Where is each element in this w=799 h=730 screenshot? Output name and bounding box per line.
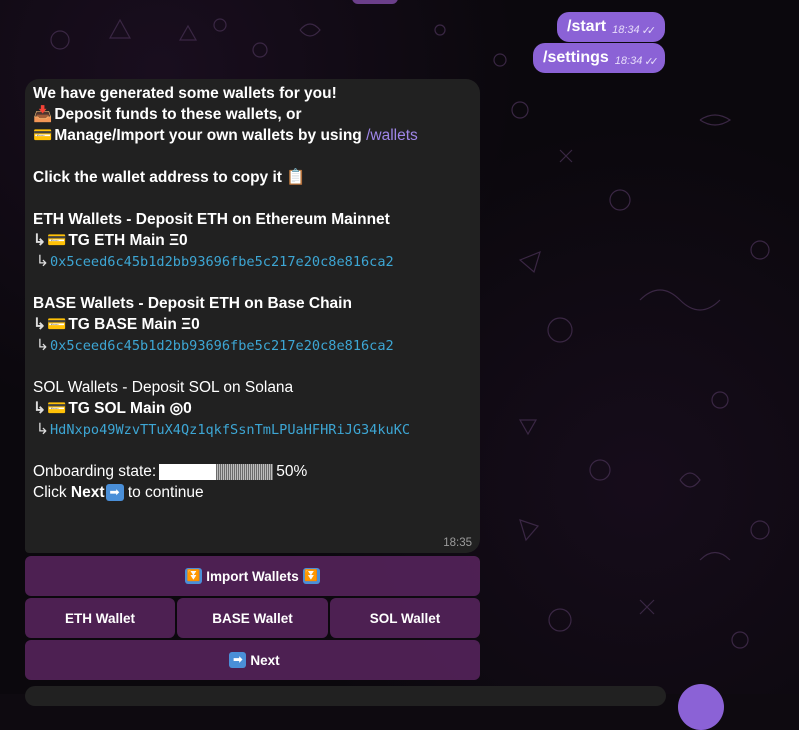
base-wallet-button[interactable]: BASE Wallet xyxy=(177,598,328,638)
base-wallet-address[interactable]: 0x5ceed6c45b1d2bb93696fbe5c217e20c8e816c… xyxy=(50,338,394,354)
card-icon: 💳 xyxy=(47,232,67,249)
sol-wallet-name: TG SOL Main ◎0 xyxy=(68,400,192,417)
message-time: 18:35 xyxy=(443,537,472,549)
import-wallets-button[interactable]: ⏬ Import Wallets ⏬ xyxy=(25,556,480,596)
sol-wallet-address[interactable]: HdNxpo49WzvTTuX4Qz1qkfSsnTmLPUaHFHRiJG34… xyxy=(50,422,410,438)
card-icon: 💳 xyxy=(47,316,67,333)
onboarding-label: Onboarding state: xyxy=(33,463,157,480)
hook-arrow-icon: ↳ xyxy=(33,232,46,249)
sol-wallet-button[interactable]: SOL Wallet xyxy=(330,598,480,638)
hook-arrow-icon: ↳ xyxy=(36,421,49,438)
click-prefix: Click xyxy=(33,484,67,501)
message-line: Deposit funds to these wallets, or xyxy=(54,106,302,123)
double-down-arrow-icon: ⏬ xyxy=(185,568,203,584)
read-ticks-icon: ✓✓ xyxy=(641,24,657,37)
base-section-header: BASE Wallets - Deposit ETH on Base Chain xyxy=(33,295,352,312)
onboarding-progress-bar xyxy=(159,463,274,480)
scroll-indicator xyxy=(352,0,398,4)
message-text: /settings xyxy=(543,49,609,66)
message-input[interactable] xyxy=(25,686,666,706)
progress-fill xyxy=(159,463,217,480)
message-line: We have generated some wallets for you! xyxy=(33,85,337,102)
eth-wallet-name: TG ETH Main Ξ0 xyxy=(68,232,188,249)
eth-wallet-label: ETH Wallet xyxy=(64,610,135,626)
hook-arrow-icon: ↳ xyxy=(33,400,46,417)
click-next-word: Next xyxy=(70,484,105,501)
eth-wallet-button[interactable]: ETH Wallet xyxy=(25,598,175,638)
right-arrow-icon: ➡ xyxy=(229,652,247,668)
card-icon: 💳 xyxy=(47,400,67,417)
message-time: 18:34 xyxy=(612,24,640,36)
outgoing-message: /settings 18:34 ✓✓ xyxy=(533,43,665,73)
message-line: Manage/Import your own wallets by using xyxy=(54,127,362,144)
base-wallet-label: BASE Wallet xyxy=(212,610,293,626)
bot-message: We have generated some wallets for you! … xyxy=(25,79,480,553)
clipboard-icon: 📋 xyxy=(286,169,306,186)
eth-wallet-address[interactable]: 0x5ceed6c45b1d2bb93696fbe5c217e20c8e816c… xyxy=(50,254,394,270)
copy-hint: Click the wallet address to copy it xyxy=(33,169,282,186)
onboarding-percent: 50% xyxy=(276,463,308,480)
next-button[interactable]: ➡ Next xyxy=(25,640,480,680)
send-button[interactable] xyxy=(678,684,724,730)
message-time: 18:34 xyxy=(614,55,643,67)
hook-arrow-icon: ↳ xyxy=(36,253,49,270)
outgoing-message: /start 18:34 ✓✓ xyxy=(557,12,665,42)
eth-section-header: ETH Wallets - Deposit ETH on Ethereum Ma… xyxy=(33,211,390,228)
inbox-icon: 📥 xyxy=(33,106,53,123)
right-arrow-icon: ➡ xyxy=(105,484,124,502)
hook-arrow-icon: ↳ xyxy=(33,316,46,333)
hook-arrow-icon: ↳ xyxy=(36,337,49,354)
click-suffix: to continue xyxy=(127,484,204,501)
sol-wallet-label: SOL Wallet xyxy=(369,610,441,626)
sol-section-header: SOL Wallets - Deposit SOL on Solana xyxy=(33,379,294,396)
base-wallet-name: TG BASE Main Ξ0 xyxy=(68,316,200,333)
read-ticks-icon: ✓✓ xyxy=(644,55,659,68)
message-text: /start xyxy=(567,18,607,35)
wallets-command-link[interactable]: /wallets xyxy=(366,127,418,144)
double-down-arrow-icon: ⏬ xyxy=(302,568,320,584)
next-label: Next xyxy=(250,652,280,668)
import-wallets-label: Import Wallets xyxy=(206,568,299,584)
card-icon: 💳 xyxy=(33,127,53,144)
